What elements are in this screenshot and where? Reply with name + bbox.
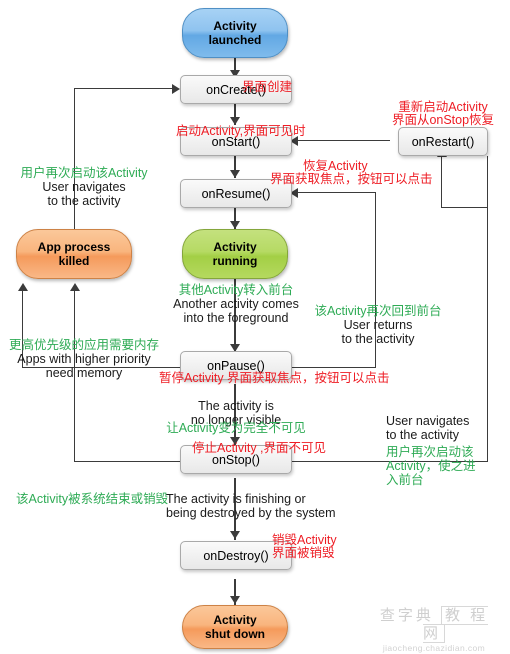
annotation-another-activity-cn: 其他Activity转入前台: [178, 283, 294, 297]
edge-onstop-to-onrestart-v: [487, 156, 488, 462]
node-app-process-killed[interactable]: App process killed: [16, 229, 132, 279]
node-onrestart-label: onRestart(): [411, 134, 475, 149]
arrow-ondestroy-to-shutdown: [230, 596, 240, 604]
annotation-onpause-note: 暂停Activity 界面获取焦点，按钮可以点击: [159, 371, 390, 385]
edge-onrestart-to-onstart: [296, 140, 390, 141]
node-activity-running[interactable]: Activity running: [182, 229, 288, 279]
annotation-oncreate-note: 界面创建: [242, 80, 293, 94]
annotation-onstart-note: 启动Activity,界面可见时: [176, 124, 306, 138]
arrow-onresume-to-running: [230, 221, 240, 229]
annotation-onrestart-note-line2: 界面从onStop恢复: [391, 113, 495, 127]
annotation-user-navigates-right-en: User navigates to the activity: [386, 414, 470, 442]
node-activity-running-label: Activity running: [212, 240, 258, 268]
node-activity-launched-label: Activity launched: [208, 19, 262, 47]
edge-onpause-to-onresume-h2: [296, 192, 376, 193]
activity-lifecycle-diagram: Activity launched onCreate() 界面创建 onStar…: [0, 0, 510, 653]
edge-killed-to-oncreate-h: [74, 88, 178, 89]
arrow-onstart-to-onresume: [230, 170, 240, 178]
edge-into-onrestart-h: [441, 207, 488, 208]
node-ondestroy-label: onDestroy(): [203, 548, 269, 563]
annotation-ondestroy-note-line1: 销毁Activity: [272, 533, 337, 547]
annotation-fully-invisible-cn: 让Activity变为完全不可见: [166, 421, 306, 435]
node-app-process-killed-label: App process killed: [37, 240, 111, 268]
node-activity-shut-down[interactable]: Activity shut down: [182, 605, 288, 649]
arrow-onstop-to-killed: [70, 283, 80, 291]
annotation-onresume-note-line2: 界面获取焦点，按钮可以点击: [270, 172, 433, 186]
watermark-line1: 查字典 教 程 网: [368, 606, 500, 643]
annotation-higher-priority-en: Apps with higher priority need memory: [17, 352, 151, 380]
edge-killed-to-oncreate-v: [74, 88, 75, 231]
edge-onpause-to-onresume-h1: [292, 367, 376, 368]
watermark-line1-a: 查字典: [379, 607, 434, 624]
annotation-user-returns-en: User returns to the activity: [341, 318, 415, 346]
annotation-finishing-cn: 该Activity被系统结束或销毁: [16, 492, 169, 506]
annotation-higher-priority-cn: 更高优先级的应用需要内存: [8, 338, 159, 352]
arrow-killed-to-oncreate: [172, 84, 180, 94]
annotation-ondestroy-note-line2: 界面被销毁: [272, 546, 335, 560]
node-onresume-label: onResume(): [201, 186, 271, 201]
annotation-finishing-en: The activity is finishing or being destr…: [166, 492, 336, 520]
node-activity-launched[interactable]: Activity launched: [182, 8, 288, 58]
annotation-user-navigates-left-cn: 用户再次启动该Activity: [20, 166, 148, 180]
edge-onstop-to-killed-h: [74, 461, 192, 462]
annotation-user-navigates-left-en: User navigates to the activity: [42, 180, 126, 208]
node-onrestart[interactable]: onRestart(): [398, 127, 488, 156]
watermark-line2: jiaocheng.chazidian.com: [382, 643, 486, 653]
watermark: 查字典 教 程 网 jiaocheng.chazidian.com: [368, 606, 500, 654]
annotation-user-returns-cn: 该Activity再次回到前台: [314, 304, 442, 318]
annotation-onrestart-note-line1: 重新启动Activity: [398, 100, 488, 114]
annotation-onresume-note-line1: 恢复Activity: [303, 159, 368, 173]
arrow-onpause-to-killed: [18, 283, 28, 291]
annotation-user-navigates-right-cn: 用户再次启动该 Activity，使之进 入前台: [386, 445, 476, 487]
arrow-onstop-to-ondestroy: [230, 531, 240, 539]
annotation-onstop-note: 停止Activity ,界面不可见: [192, 441, 327, 455]
node-activity-shut-down-label: Activity shut down: [205, 613, 265, 641]
edge-into-onrestart-v: [441, 156, 442, 208]
